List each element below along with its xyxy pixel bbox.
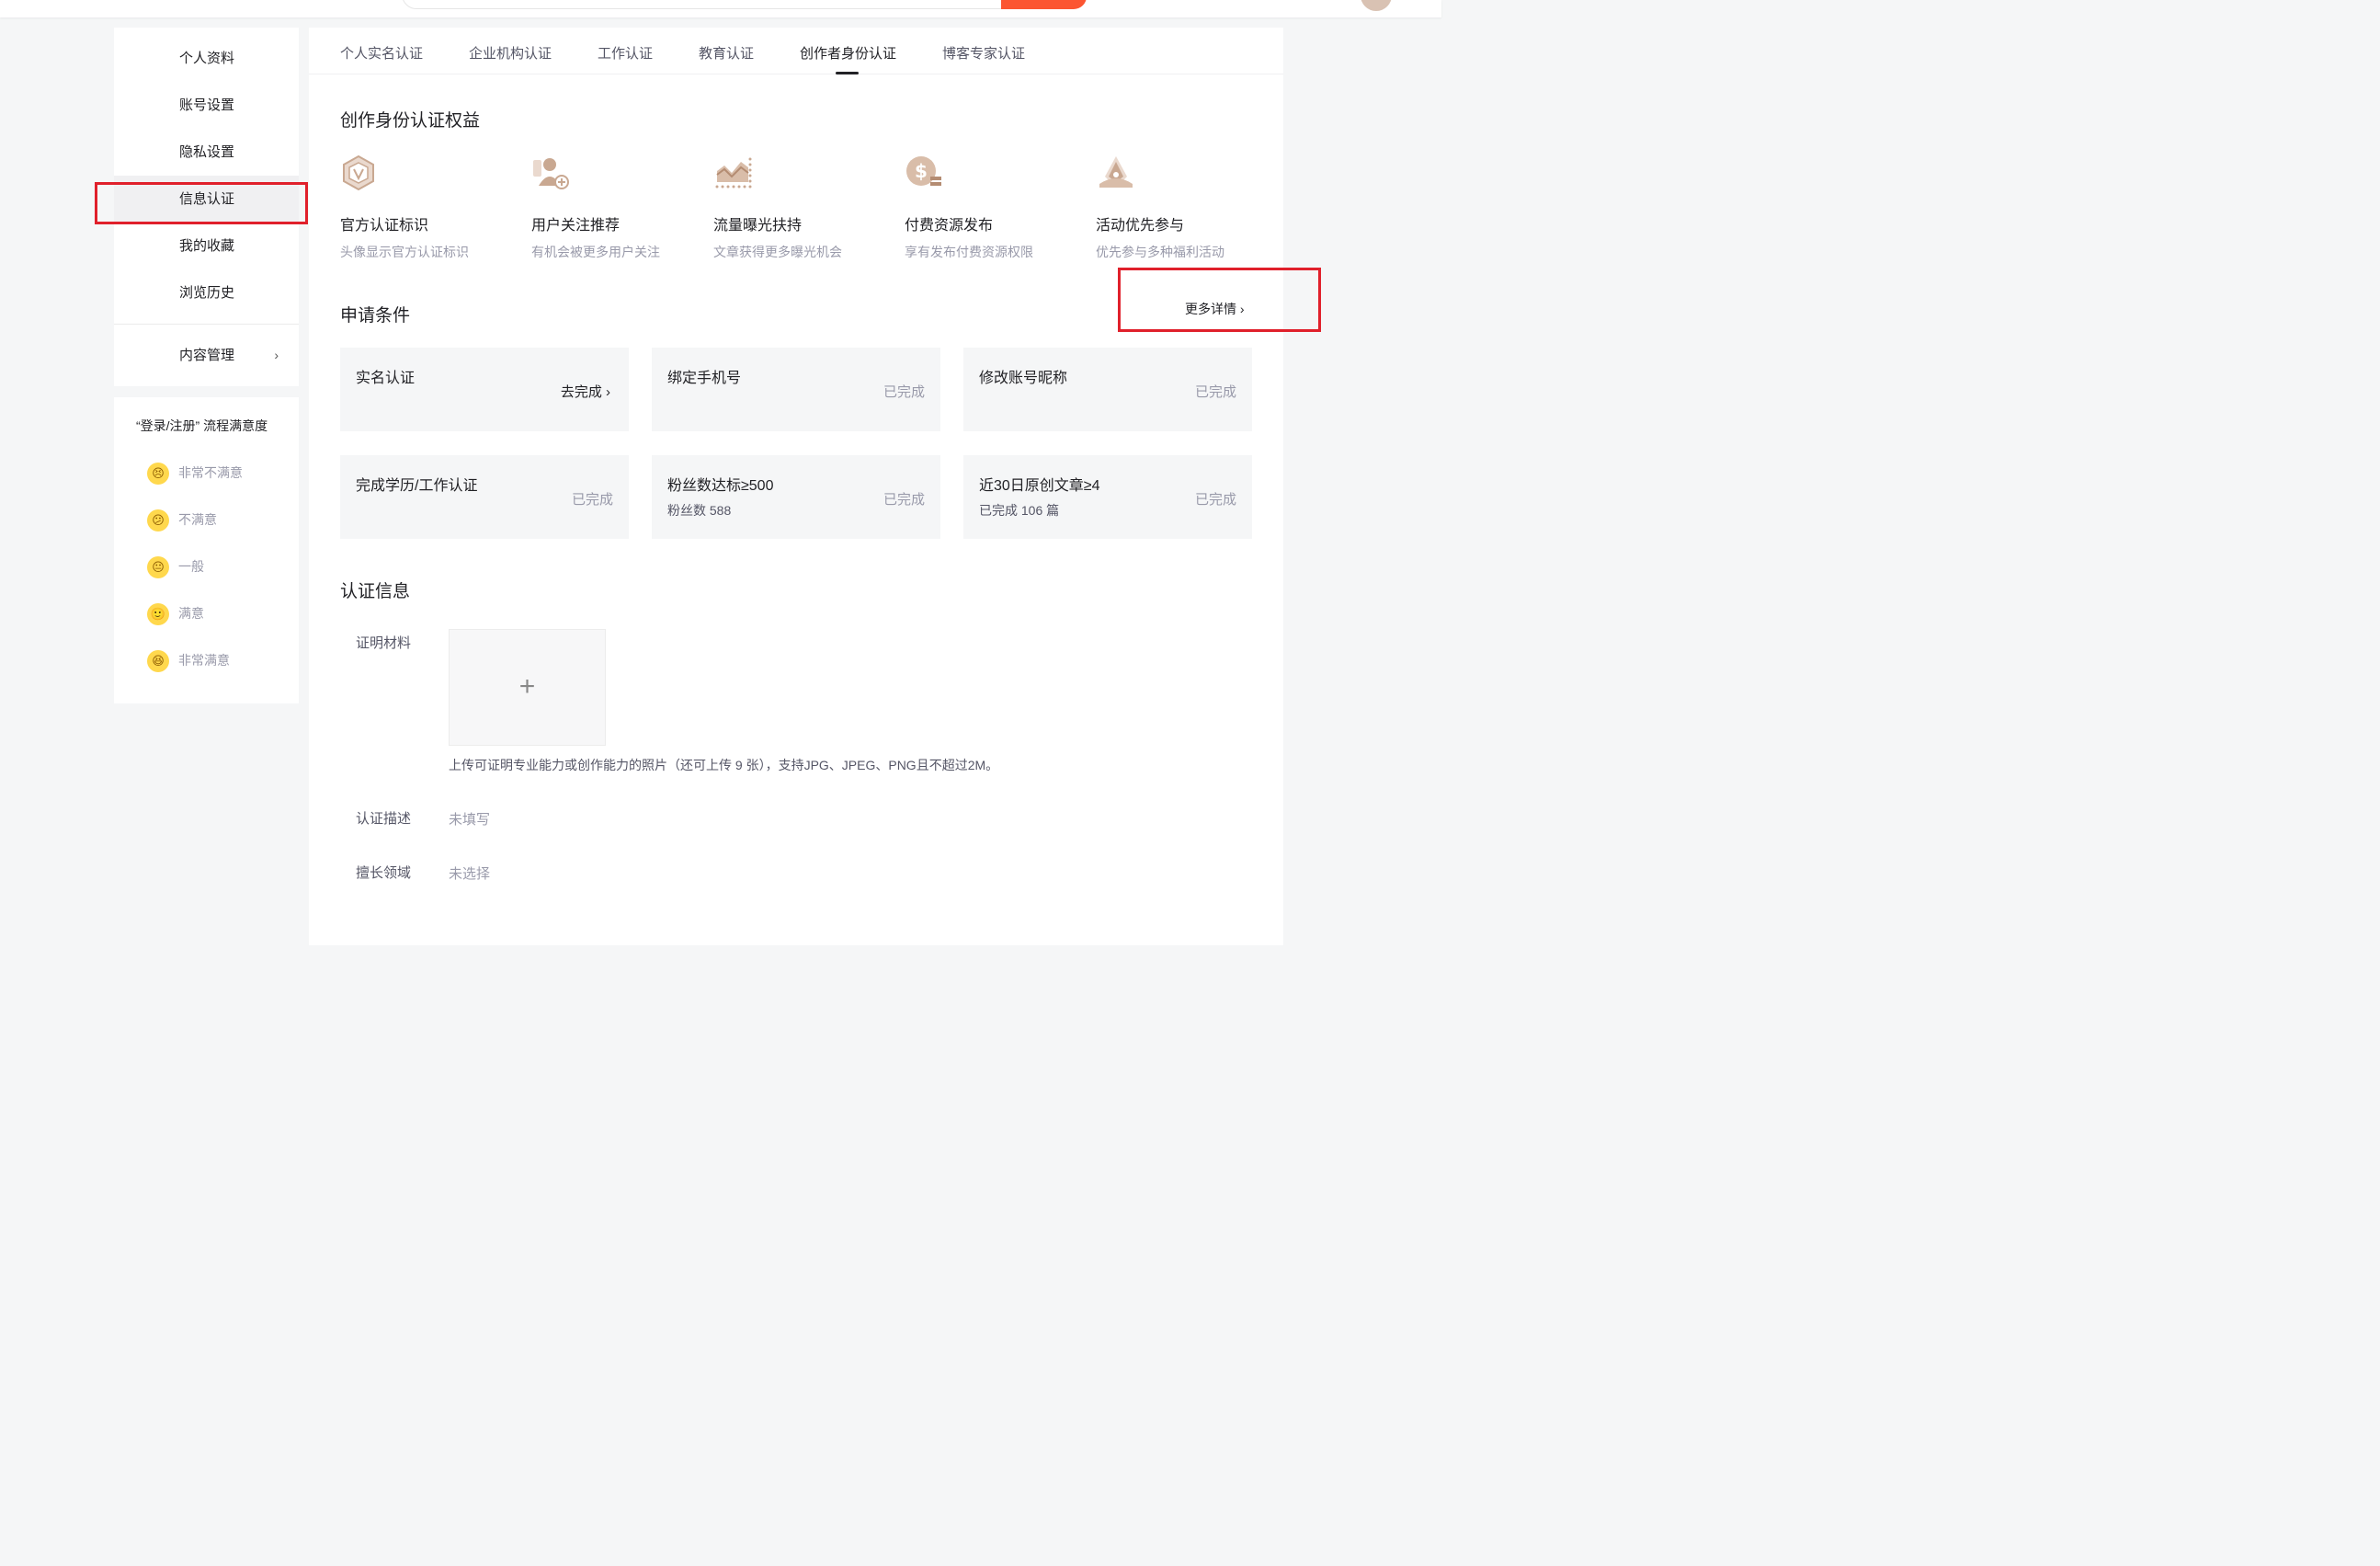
sidebar-item-account-settings[interactable]: 账号设置 [114,82,299,129]
plus-icon: + [518,671,536,702]
expertise-label: 擅长领域 [356,865,412,881]
satisfaction-survey: “登录/注册” 流程满意度 😣 非常不满意 😕 不满意 😐 一般 🙂 满意 😆 非常满意 [114,397,299,703]
sidebar-item-content-management[interactable]: 内容管理 › [114,332,299,379]
sidebar-item-label: 个人资料 [179,51,235,66]
survey-option-satisfied[interactable]: 🙂 满意 [147,600,204,627]
benefit-title: 付费资源发布 [905,218,994,234]
condition-status: 已完成 [883,384,925,400]
benefit-title: 流量曝光扶持 [713,218,803,234]
sidebar-item-label: 内容管理 [179,348,235,363]
sidebar-item-label: 我的收藏 [179,238,235,254]
sidebar-item-history[interactable]: 浏览历史 [114,269,299,316]
paid-resource-icon: $ [906,156,941,186]
tab-work[interactable]: 工作认证 [598,43,653,63]
upload-button[interactable]: + [449,629,606,746]
survey-option-label: 不满意 [178,512,217,527]
chevron-right-icon: › [274,348,279,362]
survey-option-label: 满意 [178,606,204,621]
search-input[interactable] [402,0,1008,9]
verification-tabs: 个人实名认证 企业机构认证 工作认证 教育认证 创作者身份认证 博客专家认证 [309,28,1283,74]
chevron-right-icon: › [601,384,610,400]
benefit-title: 活动优先参与 [1096,218,1185,234]
active-tab-indicator [836,72,859,74]
traffic-chart-icon [715,157,752,189]
satisfied-emoji-icon: 🙂 [147,603,169,626]
condition-sub: 粉丝数 588 [667,503,732,518]
tab-personal-realname[interactable]: 个人实名认证 [340,43,423,63]
verified-badge-icon [343,154,374,191]
tab-enterprise[interactable]: 企业机构认证 [469,43,552,63]
condition-status: 已完成 [1194,492,1236,508]
neutral-emoji-icon: 😐 [147,556,169,579]
condition-nickname: 修改账号昵称 已完成 [963,348,1252,431]
condition-status: 已完成 [571,492,613,508]
conditions-title: 申请条件 [340,306,411,326]
very-satisfied-emoji-icon: 😆 [147,650,169,673]
benefit-desc: 文章获得更多曝光机会 [713,245,842,259]
survey-title: “登录/注册” 流程满意度 [136,418,268,433]
condition-bind-phone: 绑定手机号 已完成 [652,348,940,431]
condition-articles: 近30日原创文章≥4 已完成 106 篇 已完成 [963,455,1252,539]
expertise-value[interactable]: 未选择 [449,863,490,883]
svg-text:$: $ [915,160,928,182]
tab-education[interactable]: 教育认证 [699,43,754,63]
condition-title: 完成学历/工作认证 [356,478,478,494]
cert-info-title: 认证信息 [340,582,411,601]
go-complete-label: 去完成 [560,384,602,400]
description-value[interactable]: 未填写 [449,809,490,829]
sidebar-item-label: 浏览历史 [179,285,235,301]
survey-option-label: 非常不满意 [178,465,243,480]
benefit-desc: 享有发布付费资源权限 [905,245,1033,259]
condition-status: 已完成 [1194,384,1236,400]
survey-option-neutral[interactable]: 😐 一般 [147,553,204,580]
benefit-desc: 头像显示官方认证标识 [340,245,469,259]
dissatisfied-emoji-icon: 😕 [147,509,169,532]
sidebar-divider [114,324,299,325]
survey-option-dissatisfied[interactable]: 😕 不满意 [147,506,217,533]
sidebar-item-favorites[interactable]: 我的收藏 [114,223,299,269]
condition-realname: 实名认证 去完成 › [340,348,629,431]
benefit-desc: 有机会被更多用户关注 [531,245,660,259]
benefits-title: 创作身份认证权益 [340,111,481,131]
survey-option-very-dissatisfied[interactable]: 😣 非常不满意 [147,459,243,486]
condition-title: 修改账号昵称 [979,371,1068,386]
material-label: 证明材料 [356,635,412,651]
very-dissatisfied-emoji-icon: 😣 [147,463,169,486]
activity-priority-icon [1099,156,1133,188]
condition-status: 已完成 [883,492,925,508]
search-button[interactable] [1001,0,1087,9]
user-recommend-icon [533,158,569,189]
condition-title: 绑定手机号 [667,371,742,386]
tab-creator-identity[interactable]: 创作者身份认证 [800,43,896,63]
sidebar-item-profile[interactable]: 个人资料 [114,35,299,82]
sidebar-item-label: 隐私设置 [179,144,235,160]
avatar[interactable] [1361,0,1392,11]
survey-option-very-satisfied[interactable]: 😆 非常满意 [147,646,230,674]
tab-blog-expert[interactable]: 博客专家认证 [942,43,1025,63]
top-bar [0,0,1441,17]
survey-option-label: 非常满意 [178,653,230,668]
condition-education-work: 完成学历/工作认证 已完成 [340,455,629,539]
benefit-title: 用户关注推荐 [531,218,621,234]
benefit-desc: 优先参与多种福利活动 [1096,245,1224,259]
highlight-box-more-details [1118,268,1321,332]
sidebar-item-label: 账号设置 [179,97,235,113]
condition-title: 近30日原创文章≥4 [979,478,1100,494]
condition-sub: 已完成 106 篇 [979,503,1060,518]
condition-title: 粉丝数达标≥500 [667,478,774,494]
condition-title: 实名认证 [356,371,416,386]
description-label: 认证描述 [356,811,412,827]
upload-hint: 上传可证明专业能力或创作能力的照片（还可上传 9 张），支持JPG、JPEG、P… [449,758,999,772]
highlight-box-verification [95,182,308,224]
survey-option-label: 一般 [178,559,204,574]
go-complete-button[interactable]: 去完成 › [561,382,610,401]
main-panel: 个人实名认证 企业机构认证 工作认证 教育认证 创作者身份认证 博客专家认证 创… [309,28,1283,945]
benefit-title: 官方认证标识 [340,218,429,234]
condition-followers: 粉丝数达标≥500 粉丝数 588 已完成 [652,455,940,539]
sidebar-item-privacy-settings[interactable]: 隐私设置 [114,129,299,176]
